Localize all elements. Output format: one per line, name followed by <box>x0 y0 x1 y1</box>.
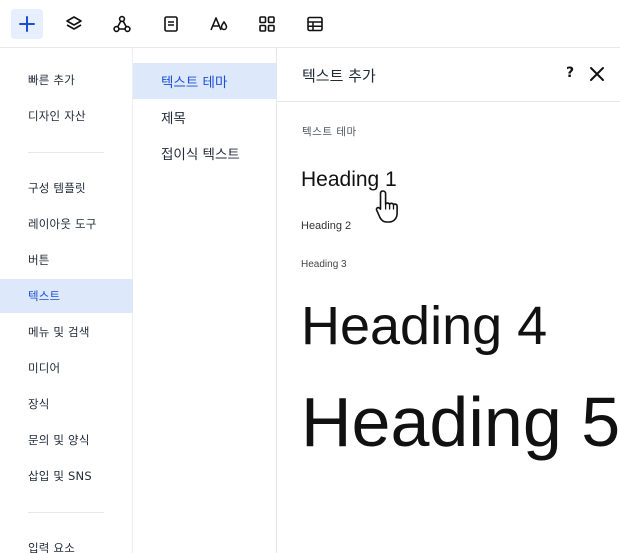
sidebar-item-buttons[interactable]: 버튼 <box>0 243 133 277</box>
sidebar-item-label: 입력 요소 <box>28 541 75 553</box>
apps-grid-icon <box>259 16 275 32</box>
sidebar-item-label: 빠른 추가 <box>28 73 75 87</box>
theme-icon <box>210 17 228 31</box>
sidebar-item-quick-add[interactable]: 빠른 추가 <box>0 63 133 97</box>
heading-2-preset[interactable]: Heading 2 <box>301 220 351 232</box>
layers-button[interactable] <box>58 9 90 39</box>
sidebar-item-label: 레이아웃 도구 <box>28 217 97 231</box>
page-icon <box>164 16 178 32</box>
help-button[interactable]: ? <box>566 65 574 81</box>
add-text-panel: 텍스트 추가 ? 텍스트 테마 Heading 1 Heading 2 Head… <box>277 48 620 553</box>
sidebar-item-label: 버튼 <box>28 253 50 267</box>
sidebar-item-label: 메뉴 및 검색 <box>28 325 90 339</box>
section-label: 텍스트 테마 <box>302 126 357 138</box>
graph-icon <box>113 15 131 33</box>
add-icon <box>19 16 35 32</box>
heading-3-preset[interactable]: Heading 3 <box>301 259 347 270</box>
sidebar-item-embed-social[interactable]: 삽입 및 SNS <box>0 459 133 493</box>
theme-button[interactable] <box>203 9 235 39</box>
sidebar-item-menu-search[interactable]: 메뉴 및 검색 <box>0 315 133 349</box>
subcategory-label: 텍스트 테마 <box>161 75 228 91</box>
sidebar-item-templates[interactable]: 구성 템플릿 <box>0 171 133 205</box>
top-toolbar <box>0 0 620 48</box>
sidebar-item-label: 텍스트 <box>28 289 61 303</box>
sidebar-item-layout-tools[interactable]: 레이아웃 도구 <box>0 207 133 241</box>
sidebar-item-label: 구성 템플릿 <box>28 181 86 195</box>
subcategory-label: 접이식 텍스트 <box>161 147 240 163</box>
sidebar-item-design-assets[interactable]: 디자인 자산 <box>0 99 133 133</box>
sidebar-divider <box>28 152 104 153</box>
subcategory-column: 텍스트 테마 제목 접이식 텍스트 <box>133 48 277 553</box>
subcategory-label: 제목 <box>161 111 186 127</box>
page-button[interactable] <box>155 9 187 39</box>
sidebar-item-text[interactable]: 텍스트 <box>0 279 133 313</box>
table-button[interactable] <box>299 9 331 39</box>
subcategory-collapsible-text[interactable]: 접이식 텍스트 <box>133 135 276 171</box>
sidebar-item-decor[interactable]: 장식 <box>0 387 133 421</box>
heading-4-preset[interactable]: Heading 4 <box>301 296 547 356</box>
sidebar-item-label: 디자인 자산 <box>28 109 86 123</box>
sidebar-item-label: 미디어 <box>28 361 61 375</box>
panel-header: 텍스트 추가 ? <box>277 48 620 102</box>
apps-grid-button[interactable] <box>251 9 283 39</box>
sidebar-item-label: 장식 <box>28 397 50 411</box>
sidebar-item-contact-forms[interactable]: 문의 및 양식 <box>0 423 133 457</box>
subcategory-titles[interactable]: 제목 <box>133 99 276 135</box>
panel-title: 텍스트 추가 <box>302 67 376 85</box>
sidebar-item-media[interactable]: 미디어 <box>0 351 133 385</box>
add-button[interactable] <box>11 9 43 39</box>
heading-5-preset[interactable]: Heading 5 <box>301 384 620 460</box>
sidebar-divider <box>28 512 104 513</box>
category-sidebar: 빠른 추가 디자인 자산 구성 템플릿 레이아웃 도구 버튼 텍스트 메뉴 및 … <box>0 48 133 553</box>
sidebar-item-label: 문의 및 양식 <box>28 433 90 447</box>
sidebar-item-input-elements[interactable]: 입력 요소 <box>0 531 133 553</box>
hand-cursor-icon <box>375 190 398 223</box>
sidebar-item-label: 삽입 및 SNS <box>28 469 92 483</box>
close-icon[interactable] <box>587 64 607 84</box>
graph-button[interactable] <box>106 9 138 39</box>
layers-icon <box>66 16 82 30</box>
table-icon <box>307 16 323 32</box>
subcategory-text-theme[interactable]: 텍스트 테마 <box>133 63 276 99</box>
